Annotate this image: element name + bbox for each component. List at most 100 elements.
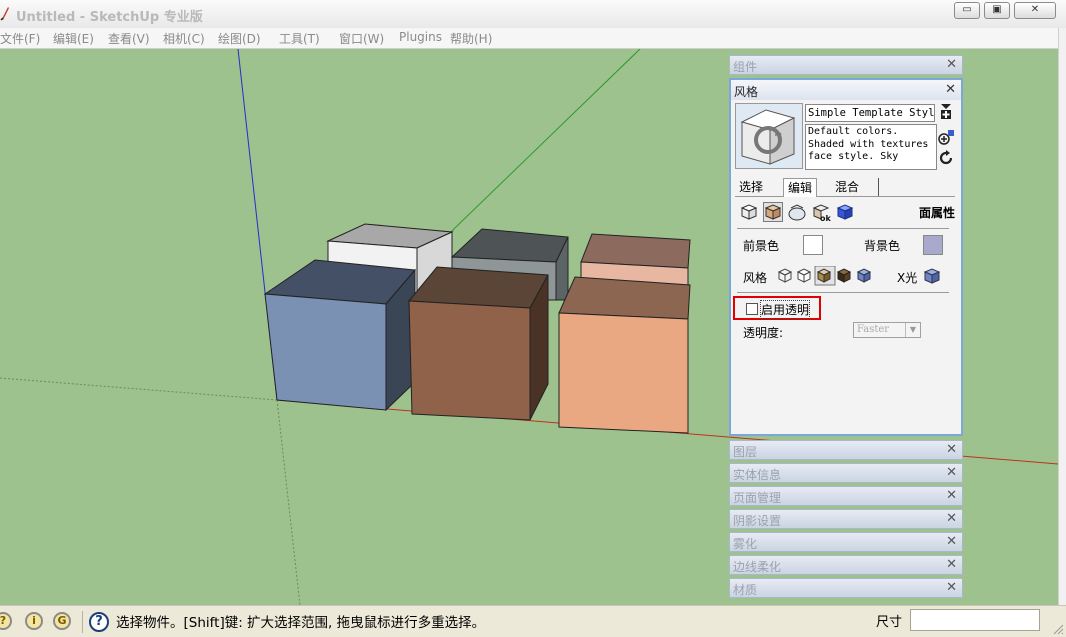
watermark-settings-icon[interactable]: ok bbox=[811, 202, 831, 223]
close-icon[interactable]: ✕ bbox=[945, 82, 956, 97]
divider bbox=[737, 292, 949, 293]
close-icon[interactable]: ✕ bbox=[946, 442, 957, 457]
tab-select[interactable]: 选择 bbox=[735, 178, 767, 196]
face-settings-icon[interactable] bbox=[763, 202, 783, 222]
front-color-swatch[interactable] bbox=[803, 235, 823, 255]
menu-plugins[interactable]: Plugins bbox=[399, 30, 442, 44]
minimize-icon: ▭ bbox=[962, 4, 972, 15]
description-line: face style. Sky bbox=[808, 151, 899, 162]
menu-file[interactable]: 文件(F) bbox=[0, 30, 40, 47]
select-value: Faster bbox=[857, 324, 890, 335]
create-new-style-icon[interactable] bbox=[937, 102, 955, 120]
status-message: 选择物件。[Shift]键: 扩大选择范围, 拖曳鼠标进行多重选择。 bbox=[116, 615, 486, 631]
refresh-icon[interactable] bbox=[937, 150, 955, 168]
close-icon[interactable]: ✕ bbox=[946, 511, 957, 526]
edit-category-toolbar: ok 面属性 bbox=[739, 202, 957, 224]
back-color-label: 背景色 bbox=[864, 239, 901, 253]
style-tabs: 选择 编辑 混合 bbox=[735, 178, 955, 197]
styles-panel: 风格 ✕ Simple Template Style Default color… bbox=[729, 78, 963, 436]
description-line: Shaded with textures bbox=[808, 138, 929, 150]
menu-camera[interactable]: 相机(C) bbox=[163, 30, 205, 47]
panel-title: 实体信息 bbox=[733, 468, 782, 482]
enable-transparency-label[interactable]: 启用透明 bbox=[759, 300, 811, 319]
box-brown bbox=[407, 266, 549, 421]
monochrome-icon bbox=[856, 268, 872, 283]
enable-transparency-checkbox[interactable] bbox=[746, 303, 758, 315]
close-icon: ✕ bbox=[1030, 4, 1040, 15]
transparency-highlight: 启用透明 bbox=[733, 296, 821, 320]
close-icon[interactable]: ✕ bbox=[946, 488, 957, 503]
tab-edit[interactable]: 编辑 bbox=[783, 178, 818, 197]
menu-tools[interactable]: 工具(T) bbox=[279, 30, 320, 47]
restore-icon: ▣ bbox=[992, 4, 1002, 15]
close-icon[interactable]: ✕ bbox=[946, 580, 957, 595]
styles-panel-header[interactable]: 风格 ✕ bbox=[731, 80, 961, 100]
back-color-swatch[interactable] bbox=[923, 235, 943, 255]
window-right-border bbox=[1058, 28, 1066, 608]
box-peach bbox=[558, 276, 691, 434]
background-settings-icon[interactable] bbox=[787, 202, 807, 222]
shaded-textures-icon bbox=[836, 268, 852, 283]
minimize-button[interactable]: ▭ bbox=[954, 2, 980, 19]
user-icon[interactable]: G bbox=[53, 612, 71, 630]
panel-title: 雾化 bbox=[733, 537, 758, 551]
panel-title: 边线柔化 bbox=[733, 560, 782, 574]
panel-title: 页面管理 bbox=[733, 491, 782, 505]
description-line: Default colors. bbox=[808, 126, 899, 137]
style-name-field[interactable]: Simple Template Style bbox=[805, 104, 935, 122]
layers-panel-header[interactable]: 图层 ✕ bbox=[729, 440, 963, 460]
divider bbox=[737, 228, 949, 229]
restore-button[interactable]: ▣ bbox=[984, 2, 1010, 19]
geolocation-icon[interactable]: ? bbox=[0, 612, 12, 630]
menu-help[interactable]: 帮助(H) bbox=[450, 30, 492, 47]
shadows-panel-header[interactable]: 阴影设置 ✕ bbox=[729, 509, 963, 529]
close-icon[interactable]: ✕ bbox=[946, 465, 957, 480]
menu-draw[interactable]: 绘图(D) bbox=[218, 30, 261, 47]
close-icon[interactable]: ✕ bbox=[946, 534, 957, 549]
style-row-label: 风格 bbox=[743, 271, 768, 285]
red-axis-dotted bbox=[0, 377, 278, 401]
components-panel-header[interactable]: 组件 ✕ bbox=[729, 55, 963, 75]
menu-view[interactable]: 查看(V) bbox=[108, 30, 150, 47]
measurements-input[interactable] bbox=[910, 609, 1040, 631]
face-style-toolbar bbox=[777, 265, 887, 286]
xray-label: X光 bbox=[897, 271, 918, 285]
scenes-panel-header[interactable]: 页面管理 ✕ bbox=[729, 486, 963, 506]
entity-info-panel-header[interactable]: 实体信息 ✕ bbox=[729, 463, 963, 483]
materials-panel-header[interactable]: 材质 ✕ bbox=[729, 578, 963, 598]
update-style-icon[interactable] bbox=[937, 128, 955, 146]
menu-window[interactable]: 窗口(W) bbox=[339, 30, 384, 47]
fog-panel-header[interactable]: 雾化 ✕ bbox=[729, 532, 963, 552]
section-title: 面属性 bbox=[918, 206, 955, 220]
panel-title: 阴影设置 bbox=[733, 514, 782, 528]
close-button[interactable]: ✕ bbox=[1014, 2, 1056, 19]
tab-mix[interactable]: 混合 bbox=[831, 178, 879, 196]
status-bar: ? i G ? 选择物件。[Shift]键: 扩大选择范围, 拖曳鼠标进行多重选… bbox=[0, 605, 1066, 637]
transparency-quality-select[interactable]: Faster ▼ bbox=[853, 322, 921, 338]
resize-grip-icon[interactable] bbox=[1052, 623, 1064, 635]
front-color-label: 前景色 bbox=[743, 239, 780, 253]
style-preview-cube-icon bbox=[736, 104, 802, 168]
style-thumbnail[interactable] bbox=[735, 103, 803, 169]
edge-settings-icon[interactable] bbox=[739, 202, 759, 222]
style-description-field[interactable]: Default colors. Shaded with textures fac… bbox=[805, 124, 937, 170]
hidden-line-icon bbox=[796, 268, 812, 283]
transparency-quality-label: 透明度: bbox=[743, 326, 784, 340]
xray-icon[interactable] bbox=[923, 267, 943, 285]
menu-edit[interactable]: 编辑(E) bbox=[53, 30, 94, 47]
close-icon[interactable]: ✕ bbox=[946, 57, 957, 72]
menu-bar: 文件(F) 编辑(E) 查看(V) 相机(C) 绘图(D) 工具(T) 窗口(W… bbox=[0, 28, 1066, 49]
window-title: Untitled - SketchUp 专业版 bbox=[16, 10, 203, 25]
modeling-settings-icon[interactable] bbox=[835, 202, 855, 222]
soften-edges-panel-header[interactable]: 边线柔化 ✕ bbox=[729, 555, 963, 575]
help-icon[interactable]: ? bbox=[89, 612, 109, 632]
credits-icon[interactable]: i bbox=[25, 612, 43, 630]
svg-text:ok: ok bbox=[820, 214, 831, 222]
shaded-icon bbox=[816, 268, 832, 283]
green-axis-dotted bbox=[276, 399, 301, 605]
components-panel-title: 组件 bbox=[733, 60, 758, 74]
divider bbox=[82, 611, 83, 633]
chevron-down-icon: ▼ bbox=[905, 323, 920, 337]
close-icon[interactable]: ✕ bbox=[946, 557, 957, 572]
wireframe-icon bbox=[777, 268, 793, 283]
